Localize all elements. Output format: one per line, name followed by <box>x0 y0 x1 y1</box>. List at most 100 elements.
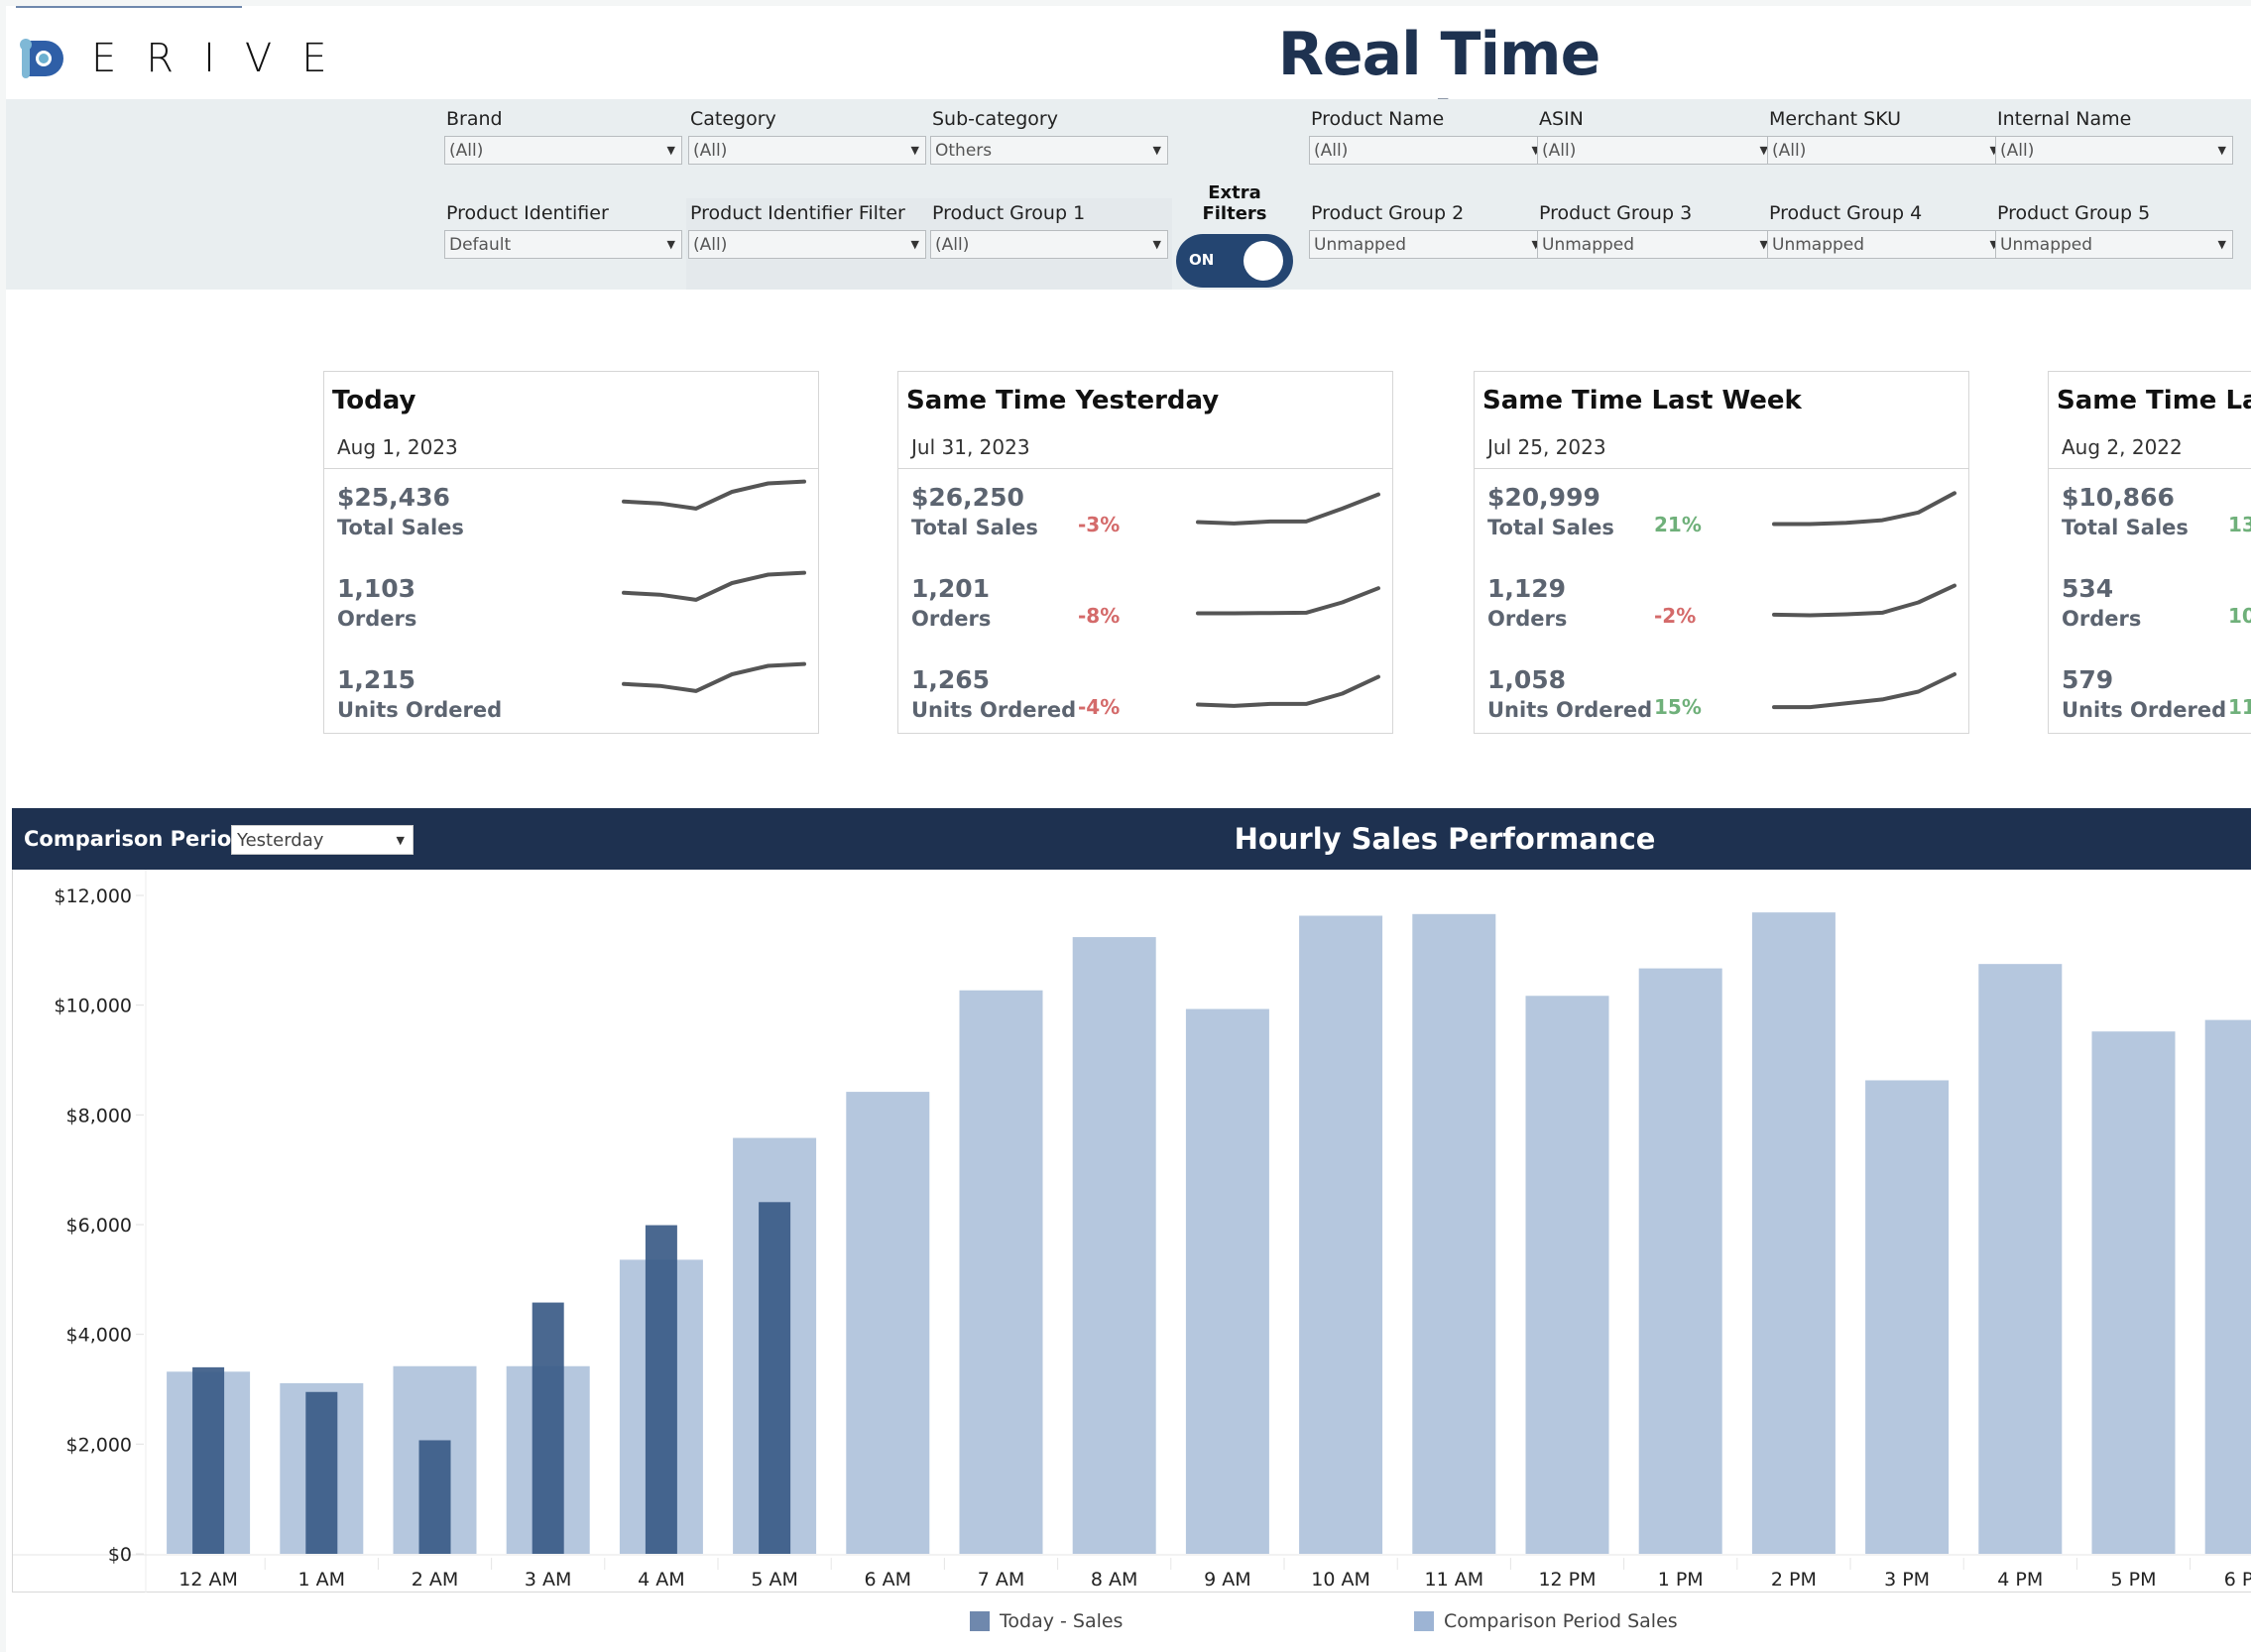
y-tick-label: $6,000 <box>66 1215 132 1237</box>
active-tab-indicator[interactable] <box>16 6 242 8</box>
filter-value: (All) <box>693 140 728 161</box>
bar-comparison-6-am[interactable] <box>846 1092 930 1554</box>
card-date: Aug 1, 2023 <box>337 435 458 459</box>
bar-comparison-11-am[interactable] <box>1412 913 1496 1554</box>
bar-comparison-8-am[interactable] <box>1072 937 1156 1554</box>
filter-label: ASIN <box>1539 108 1584 130</box>
bar-comparison-3-pm[interactable] <box>1865 1080 1950 1554</box>
legend-swatch-today <box>970 1611 990 1631</box>
filter-dropdown[interactable]: Unmapped ▼ <box>1309 230 1547 259</box>
chevron-down-icon: ▼ <box>396 833 405 847</box>
filter-value: (All) <box>1772 140 1807 161</box>
filter-dropdown[interactable]: Unmapped ▼ <box>1767 230 2005 259</box>
metric-units-ordered: 579 Units Ordered 11 <box>2062 665 2251 745</box>
x-tick-label: 12 PM <box>1538 1569 1596 1591</box>
bar-comparison-7-am[interactable] <box>959 990 1043 1554</box>
metric-orders: 1,103 Orders <box>337 570 813 653</box>
comparison-period-dropdown[interactable]: Yesterday ▼ <box>231 825 414 855</box>
extra-filters-toggle[interactable]: ON <box>1176 234 1293 288</box>
card-divider <box>898 468 1392 469</box>
filter-dropdown[interactable]: Unmapped ▼ <box>1995 230 2233 259</box>
sparkline-path <box>1196 492 1380 526</box>
card-date: Aug 2, 2022 <box>2062 435 2183 459</box>
filter-label: Product Group 5 <box>1997 202 2151 224</box>
filter-product-group-3: Product Group 3 Unmapped ▼ <box>1537 201 1775 259</box>
filter-dropdown[interactable]: Others ▼ <box>930 136 1168 165</box>
filter-dropdown[interactable]: (All) ▼ <box>1767 136 2005 165</box>
filter-dropdown[interactable]: (All) ▼ <box>1309 136 1547 165</box>
bar-comparison-1-pm[interactable] <box>1638 968 1722 1554</box>
bar-comparison-10-am[interactable] <box>1299 915 1383 1554</box>
filter-dropdown[interactable]: (All) ▼ <box>688 136 926 165</box>
card-date: Jul 25, 2023 <box>1487 435 1606 459</box>
filter-label: Category <box>690 108 776 130</box>
extra-filters-label: Extra Filters <box>1202 182 1267 224</box>
dashboard: ERIVE Real Time Sales Brand(All)▼Categor… <box>6 6 2251 1652</box>
kpi-card-same-time-last-year: Same Time Last Year Aug 2, 2022 $10,866 Tot… <box>2048 371 2251 734</box>
bar-comparison-6-pm[interactable] <box>2204 1019 2251 1554</box>
derive-logo: ERIVE <box>20 34 357 83</box>
kpi-card-today: Today Aug 1, 2023 $25,436 Total Sales 1,103 O… <box>323 371 819 734</box>
filter-label: Brand <box>446 108 503 130</box>
filter-dropdown[interactable]: (All) ▼ <box>1995 136 2233 165</box>
sparkline <box>1772 583 1956 618</box>
metric-units-ordered: 1,215 Units Ordered <box>337 661 813 745</box>
metric-change: 10 <box>2228 604 2251 628</box>
chevron-down-icon: ▼ <box>1152 238 1161 251</box>
sparkline-path <box>622 479 806 511</box>
chevron-down-icon: ▼ <box>666 238 675 251</box>
filter-value: (All) <box>449 140 484 161</box>
sparkline-path <box>1196 586 1380 616</box>
filter-product-name: Product Name (All) ▼ <box>1309 107 1547 165</box>
chart-header-bar: Comparison Period Yesterday ▼ Hourly Sal… <box>12 808 2251 870</box>
filter-label: Sub-category <box>932 108 1058 130</box>
chevron-down-icon: ▼ <box>1152 144 1161 157</box>
y-tick-label: $0 <box>108 1544 132 1566</box>
x-tick-label: 12 AM <box>178 1569 238 1591</box>
filter-product-group-1: Product Group 1 (All) ▼ <box>930 201 1168 259</box>
metric-label: Units Ordered <box>2062 698 2227 722</box>
card-divider <box>1475 468 1968 469</box>
x-tick-label: 9 AM <box>1204 1569 1251 1591</box>
bar-today-12-am[interactable] <box>192 1366 225 1554</box>
filter-label: Product Identifier <box>446 202 609 224</box>
bar-today-3-am[interactable] <box>532 1302 564 1554</box>
bar-comparison-4-pm[interactable] <box>1978 964 2063 1554</box>
filter-dropdown[interactable]: Default ▼ <box>444 230 682 259</box>
filter-value: Default <box>449 234 512 255</box>
bar-comparison-9-am[interactable] <box>1185 1008 1269 1554</box>
x-tick-label: 2 PM <box>1771 1569 1817 1591</box>
metric-total-sales: $10,866 Total Sales 13 <box>2062 483 2251 562</box>
filter-panel: Brand (All) ▼ Category (All) ▼ Sub-category Oth… <box>6 99 2251 290</box>
filter-dropdown[interactable]: (All) ▼ <box>1537 136 1775 165</box>
bar-comparison-2-pm[interactable] <box>1751 912 1836 1554</box>
bar-today-4-am[interactable] <box>645 1225 677 1554</box>
filter-dropdown[interactable]: (All) ▼ <box>930 230 1168 259</box>
y-tick-label: $2,000 <box>66 1434 132 1456</box>
x-tick-label: 10 AM <box>1311 1569 1370 1591</box>
x-tick-label: 2 AM <box>412 1569 459 1591</box>
x-tick-label: 11 AM <box>1424 1569 1483 1591</box>
filter-label: Product Group 1 <box>932 202 1086 224</box>
bar-today-5-am[interactable] <box>759 1202 791 1554</box>
bar-comparison-12-pm[interactable] <box>1525 996 1609 1554</box>
legend-item-today[interactable]: Today - Sales <box>970 1610 1123 1632</box>
filter-dropdown[interactable]: (All) ▼ <box>444 136 682 165</box>
bar-today-2-am[interactable] <box>418 1440 451 1554</box>
toggle-knob[interactable] <box>1244 241 1283 281</box>
bar-comparison-5-pm[interactable] <box>2091 1031 2176 1554</box>
filter-value: Unmapped <box>1542 234 1635 255</box>
filter-product-group-2: Product Group 2 Unmapped ▼ <box>1309 201 1547 259</box>
filter-value: (All) <box>1542 140 1577 161</box>
bar-today-1-am[interactable] <box>305 1391 338 1554</box>
metric-total-sales: $20,999 Total Sales 21% <box>1487 483 1963 562</box>
filter-label: Product Name <box>1311 108 1445 130</box>
metric-change: -3% <box>1078 513 1121 536</box>
sparkline-path <box>622 570 806 602</box>
filter-dropdown[interactable]: (All) ▼ <box>688 230 926 259</box>
filter-dropdown[interactable]: Unmapped ▼ <box>1537 230 1775 259</box>
toggle-state-label: ON <box>1189 251 1215 269</box>
legend-item-comparison[interactable]: Comparison Period Sales <box>1414 1610 1678 1632</box>
filter-brand: Brand (All) ▼ <box>444 107 682 165</box>
sparkline <box>622 479 806 511</box>
